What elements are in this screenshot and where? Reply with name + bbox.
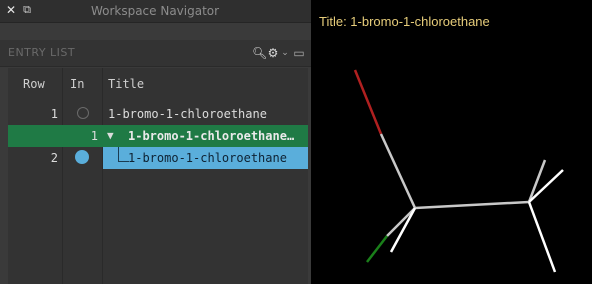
table-row[interactable]: 1 1-bromo-1-chloroethane [8,103,308,125]
app-root: ✕ ⧉ Workspace Navigator ENTRY LIST 🔍︎ ⚙ … [0,0,592,284]
entry-title: 1-bromo-1-chloroethane [108,107,267,121]
table-header: Row In Title [8,68,308,100]
float-panel-icon[interactable]: ⧉ [20,3,34,17]
include-radio-filled[interactable] [75,150,89,164]
navigator-titlebar: ✕ ⧉ Workspace Navigator [0,0,311,23]
table-row-selected[interactable]: 2 1-bromo-1-chloroethane [8,147,308,169]
group-count: 1 [90,129,98,143]
row-number: 1 [50,107,58,121]
entry-list-header: ENTRY LIST 🔍︎ ⚙ ⌄ ▭ [0,40,311,67]
column-header-row[interactable]: Row [23,68,45,100]
column-separator [102,68,103,284]
gear-icon[interactable]: ⚙ [266,46,280,60]
collapse-icon[interactable]: ▭ [293,46,305,60]
bond-cl-green [366,235,388,263]
group-row[interactable]: 1 ▼ 1-bromo-1-chloroethane… [8,125,308,147]
entry-title: 1-bromo-1-chloroethane [128,151,287,165]
column-header-title[interactable]: Title [108,68,144,100]
column-header-in[interactable]: In [70,68,84,100]
include-radio[interactable] [77,107,89,119]
group-title: 1-bromo-1-chloroethane… [128,129,295,143]
entry-list-label: ENTRY LIST [8,46,76,59]
navigator-title: Workspace Navigator [90,4,220,18]
workspace-3d-view[interactable]: Title: 1-bromo-1-chloroethane [311,0,592,284]
molecule-structure[interactable] [311,0,592,284]
bond-c1-c2 [414,200,530,210]
search-icon[interactable]: 🔍︎ [252,46,267,60]
bond-br-gray [379,133,417,209]
bond-c2-h3 [527,201,557,273]
column-separator [62,68,63,284]
entry-table: Row In Title 1 1-bromo-1-chloroethane 1 … [8,68,308,284]
workspace-navigator-panel: ✕ ⧉ Workspace Navigator ENTRY LIST 🔍︎ ⚙ … [0,0,311,284]
close-icon[interactable]: ✕ [4,3,18,17]
expand-triangle-icon[interactable]: ▼ [107,125,114,147]
row-number: 2 [50,151,58,165]
row-number [8,125,58,147]
bond-br-red [353,69,383,135]
chevron-down-icon[interactable]: ⌄ [280,46,290,60]
